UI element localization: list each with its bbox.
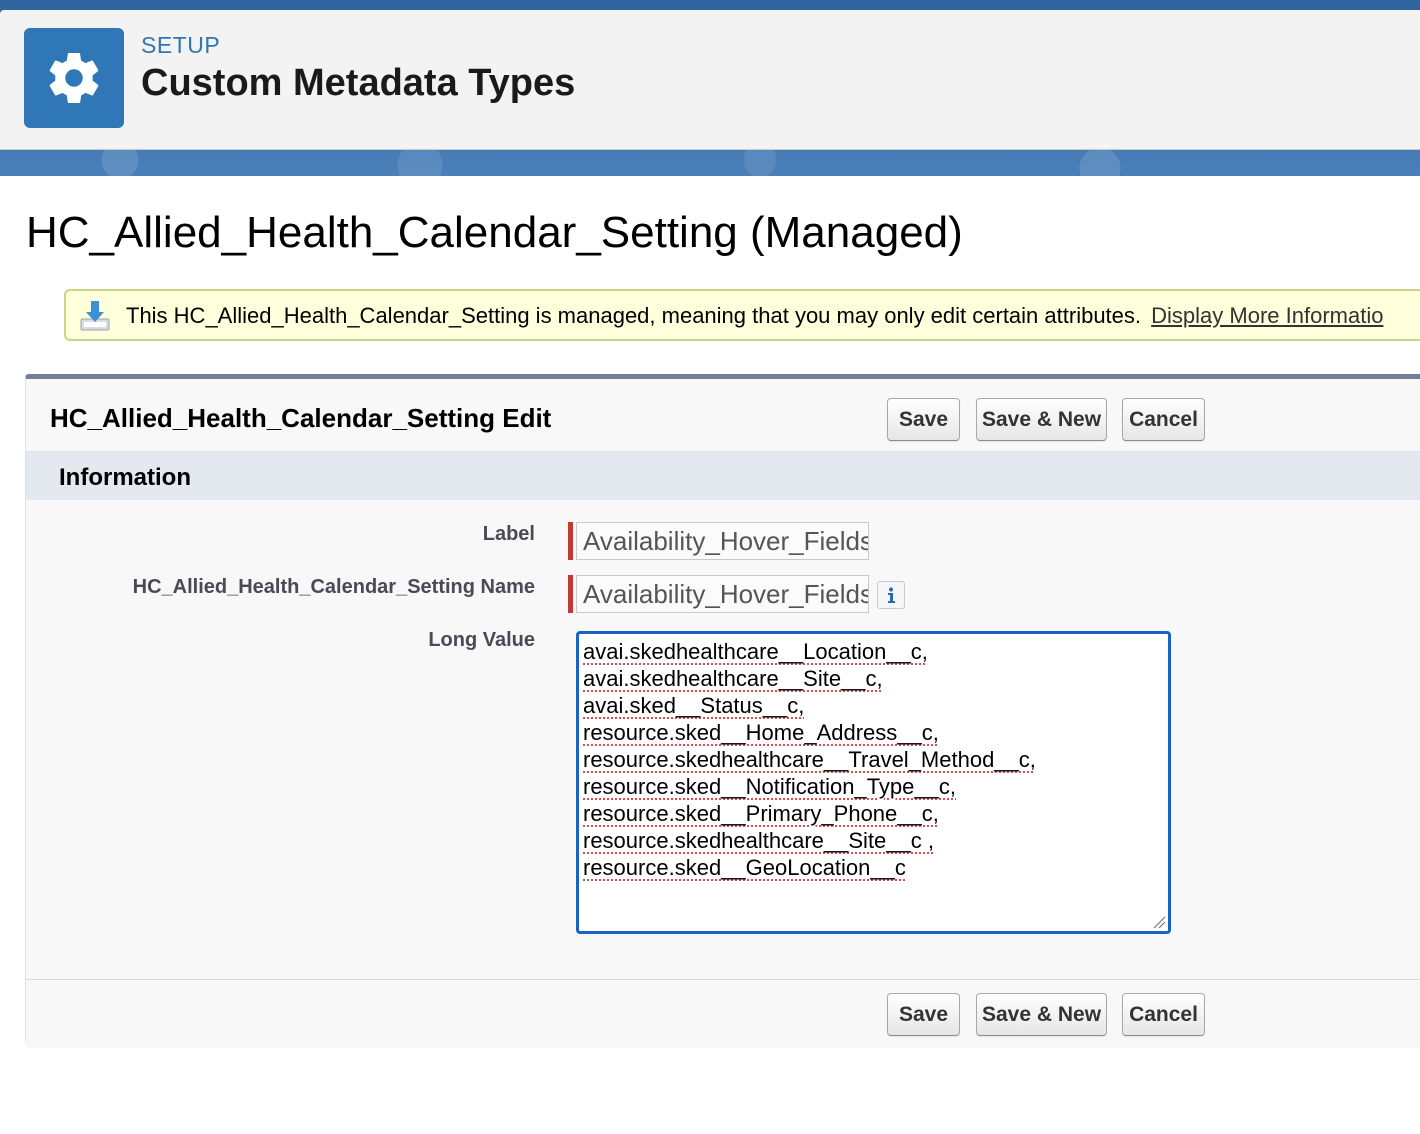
section-header-information: Information [26,451,1420,500]
resize-handle-icon[interactable] [1152,915,1166,929]
setup-header: SETUP Custom Metadata Types [0,10,1420,150]
page-body: HC_Allied_Health_Calendar_Setting (Manag… [0,176,1420,1134]
long-value-line: resource.sked__Primary_Phone__c, [583,801,939,826]
long-value-line: avai.skedhealthcare__Site__c, [583,666,883,691]
label-input[interactable]: Availability_Hover_Fields [576,522,869,560]
long-value-textarea[interactable]: avai.skedhealthcare__Location__c, avai.s… [576,631,1171,934]
long-value-line: resource.skedhealthcare__Site__c , [583,828,934,853]
gear-icon [24,28,124,128]
display-more-info-link[interactable]: Display More Informatio [1151,303,1383,328]
banner-message: This HC_Allied_Health_Calendar_Setting i… [126,303,1383,329]
download-tray-icon [78,299,112,333]
long-value-line: resource.skedhealthcare__Travel_Method__… [583,747,1036,772]
section-title: Information [59,464,191,491]
header-title: Custom Metadata Types [141,62,576,104]
save-button[interactable]: Save [887,993,960,1036]
long-value-field-label: Long Value [428,629,535,651]
long-value-line: resource.sked__Notification_Type__c, [583,774,956,799]
required-indicator [568,575,573,613]
header-kicker: SETUP [141,32,221,58]
info-icon[interactable] [877,581,905,609]
managed-info-banner: This HC_Allied_Health_Calendar_Setting i… [64,289,1420,341]
page-title: HC_Allied_Health_Calendar_Setting (Manag… [26,208,963,257]
long-value-line: avai.sked__Status__c, [583,693,805,718]
long-value-line: resource.sked__GeoLocation__c [583,855,906,880]
long-value-line: avai.skedhealthcare__Location__c, [583,639,928,664]
edit-title: HC_Allied_Health_Calendar_Setting Edit [50,403,552,433]
required-indicator [568,522,573,560]
banner-text: This HC_Allied_Health_Calendar_Setting i… [126,303,1142,328]
label-field-label: Label [482,523,535,545]
save-new-button[interactable]: Save & New [976,398,1107,441]
cancel-button[interactable]: Cancel [1122,993,1205,1036]
cancel-button[interactable]: Cancel [1122,398,1205,441]
setting-name-input[interactable]: Availability_Hover_Fields [576,575,869,613]
setting-name-field-label: HC_Allied_Health_Calendar_Setting Name [132,576,535,598]
save-button[interactable]: Save [887,398,960,441]
save-new-button[interactable]: Save & New [976,993,1107,1036]
edit-form: HC_Allied_Health_Calendar_Setting Edit S… [25,374,1420,1048]
long-value-line: resource.sked__Home_Address__c, [583,720,939,745]
form-footer: Save Save & New Cancel [26,979,1420,1048]
